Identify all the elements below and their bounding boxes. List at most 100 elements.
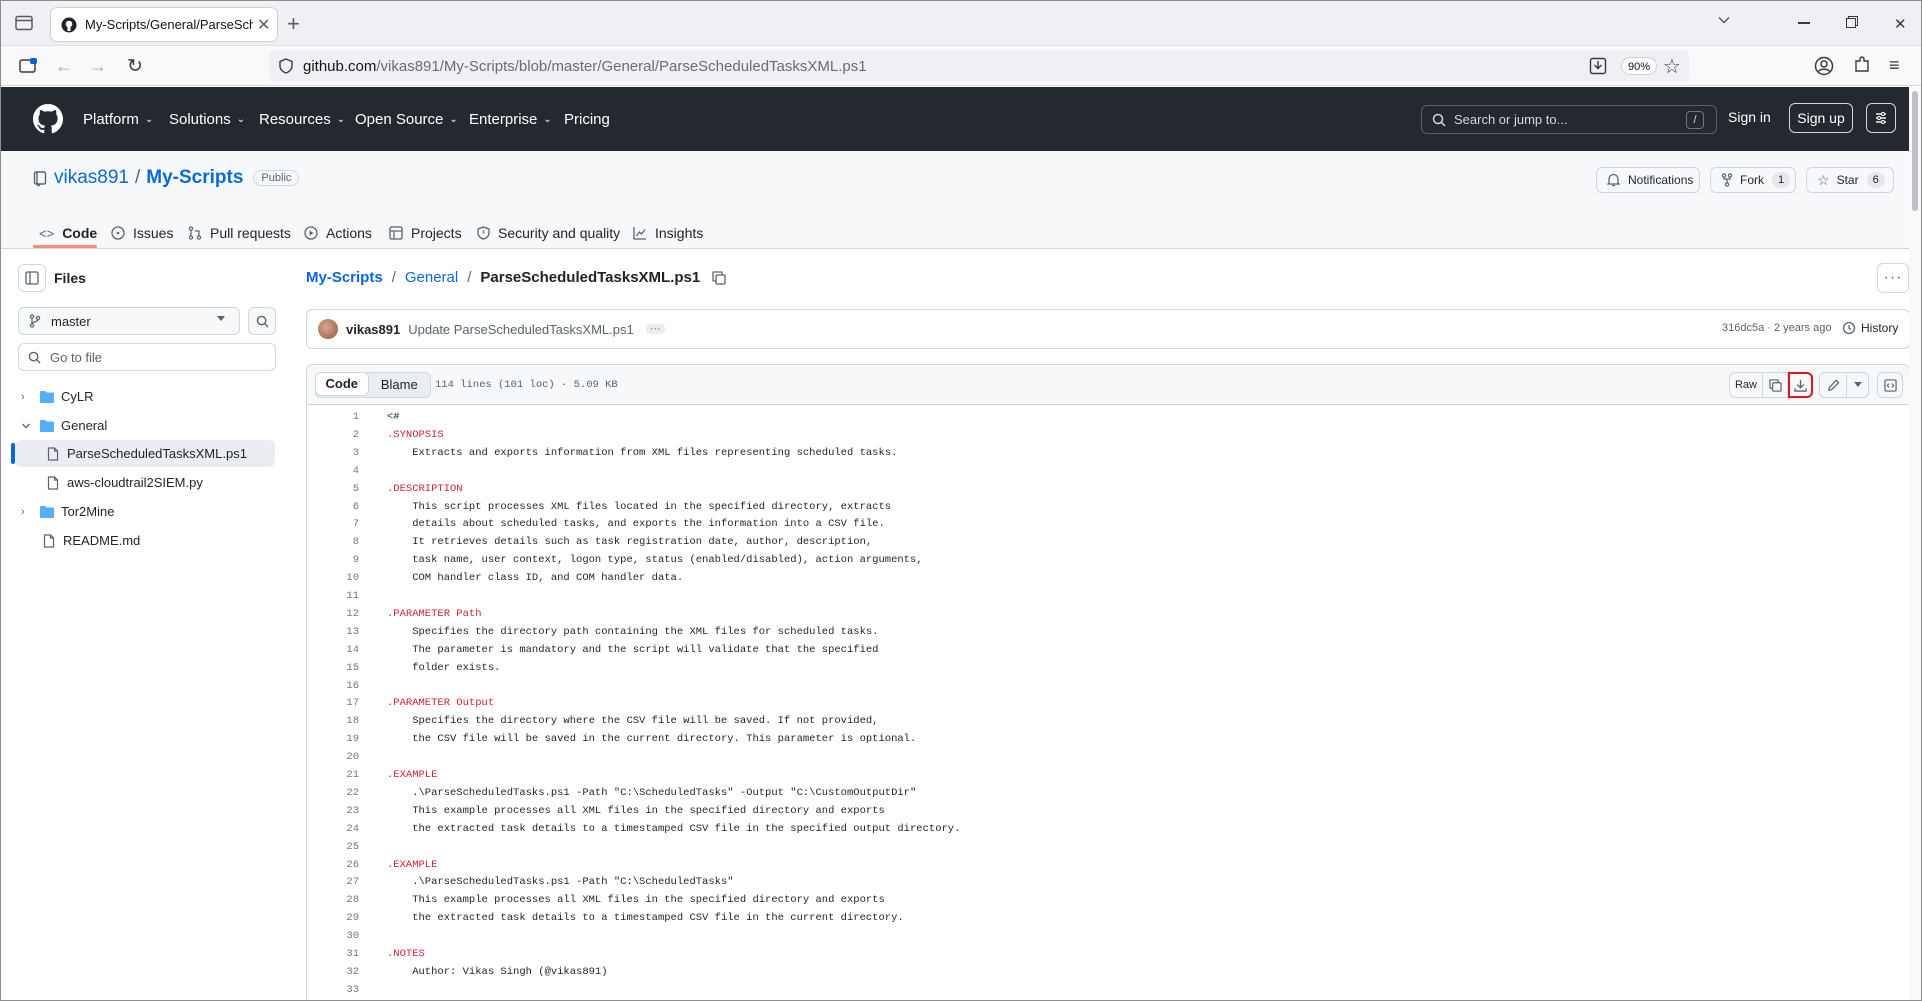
settings-sliders-icon[interactable] [1866,103,1896,133]
line-number[interactable]: 26 [307,859,359,871]
minimize-window-icon[interactable] [1798,22,1810,24]
nav-open-source[interactable]: Open Source ⌄ [355,87,458,151]
repo-owner-link[interactable]: vikas891 [54,167,129,189]
edit-file-button[interactable] [1819,372,1847,398]
line-number[interactable]: 8 [307,536,359,548]
tree-file-aws-cloudtrail[interactable]: aws-cloudtrail2SIEM.py [15,469,275,496]
sidebar-toggle-icon[interactable] [19,58,37,74]
copy-raw-button[interactable] [1763,372,1788,398]
tree-folder-tor2mine[interactable]: › Tor2Mine [15,498,275,525]
nav-pricing[interactable]: Pricing [564,87,610,151]
tree-folder-general[interactable]: General [15,412,275,439]
browser-menu-icon[interactable]: ≡ [1889,55,1900,76]
sign-in-link[interactable]: Sign in [1728,109,1771,125]
tree-file-readme[interactable]: README.md [15,527,275,554]
line-number[interactable]: 22 [307,787,359,799]
line-number[interactable]: 12 [307,608,359,620]
history-button[interactable]: History [1842,321,1898,335]
site-info-shield-icon[interactable] [279,58,293,74]
line-number[interactable]: 32 [307,966,359,978]
commit-message-link[interactable]: Update ParseScheduledTasksXML.ps1 [408,322,633,337]
download-raw-button[interactable] [1788,372,1813,398]
nav-solutions[interactable]: Solutions ⌄ [169,87,245,151]
line-number[interactable]: 31 [307,948,359,960]
zoom-level-badge[interactable]: 90% [1621,57,1658,75]
forward-arrow-icon[interactable]: → [89,56,107,77]
new-tab-button[interactable]: + [287,11,300,37]
address-bar[interactable]: github.com/vikas891/My-Scripts/blob/mast… [269,51,1689,81]
line-number[interactable]: 17 [307,697,359,709]
expand-commit-ellipsis-icon[interactable]: ··· [645,324,665,335]
notifications-button[interactable]: Notifications [1596,167,1700,193]
code-view-button[interactable]: Code [315,372,369,396]
nav-enterprise[interactable]: Enterprise ⌄ [469,87,552,151]
commit-sha-and-time[interactable]: 316dc5a · 2 years ago [1722,322,1831,334]
sign-up-button[interactable]: Sign up [1789,103,1853,133]
symbols-panel-button[interactable] [1877,372,1903,398]
breadcrumb-repo-link[interactable]: My-Scripts [306,269,383,286]
line-number[interactable]: 5 [307,483,359,495]
star-button[interactable]: ☆ Star 6 [1806,167,1894,193]
save-page-icon[interactable] [1589,57,1607,75]
line-number[interactable]: 10 [307,572,359,584]
line-number[interactable]: 11 [307,590,359,602]
bookmark-star-icon[interactable]: ☆ [1663,54,1681,79]
line-number[interactable]: 21 [307,769,359,781]
line-number[interactable]: 25 [307,841,359,853]
copy-path-icon[interactable] [712,270,726,285]
close-window-icon[interactable]: ✕ [1894,15,1907,33]
raw-button[interactable]: Raw [1729,372,1763,398]
line-number[interactable]: 20 [307,751,359,763]
tab-insights[interactable]: Insights [633,217,703,249]
back-arrow-icon[interactable]: ← [55,56,73,77]
tab-close-icon[interactable]: ✕ [257,15,270,35]
line-number[interactable]: 13 [307,626,359,638]
tab-pull-requests[interactable]: Pull requests [188,217,291,249]
line-number[interactable]: 1 [307,411,359,423]
line-number[interactable]: 2 [307,429,359,441]
tab-security[interactable]: Security and quality [477,217,620,249]
repo-name-link[interactable]: My-Scripts [146,167,243,189]
line-number[interactable]: 16 [307,680,359,692]
github-logo-icon[interactable] [33,104,63,134]
line-number[interactable]: 27 [307,876,359,888]
commit-author-link[interactable]: vikas891 [346,322,400,337]
tab-overflow-chevron-icon[interactable] [1717,13,1731,27]
line-number[interactable]: 15 [307,662,359,674]
scrollbar-thumb[interactable] [1912,91,1918,211]
edit-options-dropdown[interactable] [1847,372,1869,398]
line-number[interactable]: 24 [307,823,359,835]
restore-window-icon[interactable] [1846,16,1858,28]
blame-view-button[interactable]: Blame [369,373,430,397]
tab-actions[interactable]: Actions [304,217,372,249]
line-number[interactable]: 7 [307,518,359,530]
nav-resources[interactable]: Resources ⌄ [259,87,345,151]
tab-list-icon[interactable] [15,15,33,31]
nav-platform[interactable]: Platform ⌄ [83,87,153,151]
tab-projects[interactable]: Projects [389,217,462,249]
line-number[interactable]: 23 [307,805,359,817]
tree-folder-cylr[interactable]: › CyLR [15,383,275,410]
extensions-puzzle-icon[interactable] [1853,56,1871,74]
line-number[interactable]: 18 [307,715,359,727]
account-icon[interactable] [1814,56,1834,76]
go-to-file-input[interactable]: Go to file [18,343,276,371]
reload-icon[interactable]: ↻ [127,55,143,78]
page-scrollbar[interactable] [1909,87,1921,1000]
line-number[interactable]: 28 [307,894,359,906]
line-number[interactable]: 33 [307,984,359,996]
line-number[interactable]: 19 [307,733,359,745]
browser-tab-active[interactable]: My-Scripts/General/ParseSched ✕ [51,8,277,41]
breadcrumb-folder-link[interactable]: General [405,269,458,286]
line-number[interactable]: 9 [307,554,359,566]
line-number[interactable]: 4 [307,465,359,477]
line-number[interactable]: 6 [307,501,359,513]
avatar[interactable] [318,319,338,339]
line-number[interactable]: 29 [307,912,359,924]
tree-file-parsescheduledtasksxml[interactable]: ParseScheduledTasksXML.ps1 [11,440,275,467]
search-files-button[interactable] [248,307,276,335]
tab-issues[interactable]: Issues [111,217,173,249]
collapse-sidebar-icon[interactable] [18,264,46,292]
line-number[interactable]: 14 [307,644,359,656]
more-options-kebab-icon[interactable]: ··· [1877,263,1909,293]
